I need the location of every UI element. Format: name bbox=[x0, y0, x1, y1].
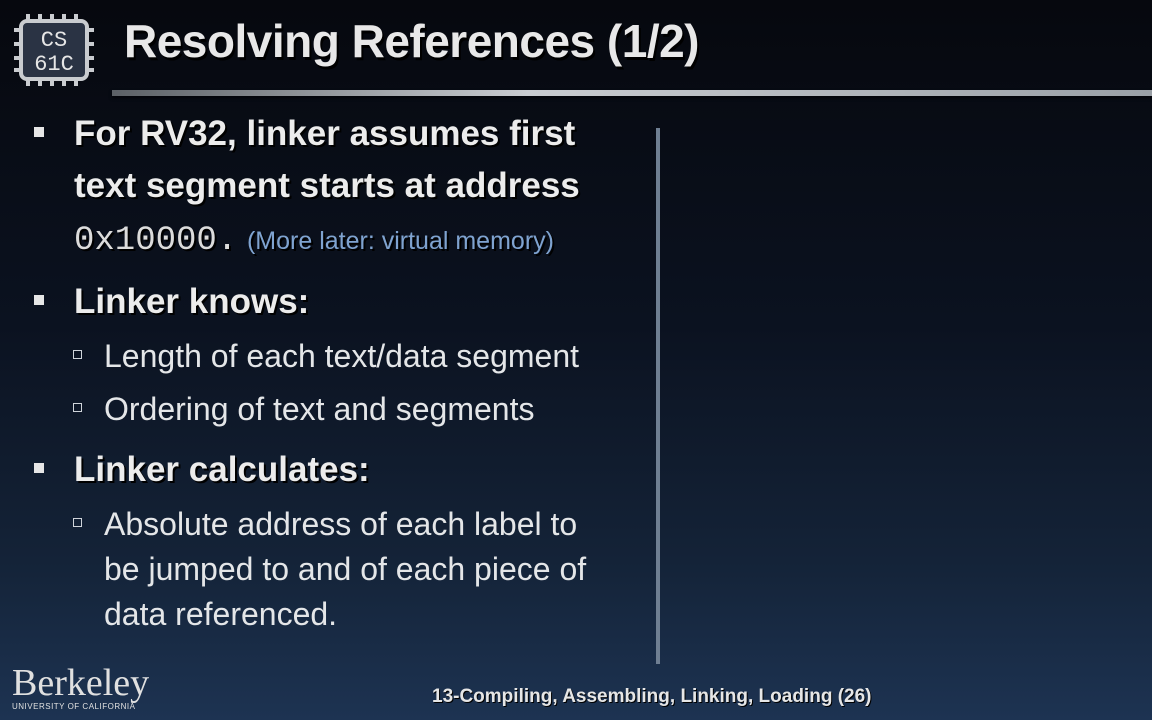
berkeley-wordmark: Berkeley bbox=[12, 662, 150, 704]
subbullet-marker bbox=[73, 403, 82, 412]
subbullet-marker bbox=[73, 518, 82, 527]
virtual-memory-note: (More later: virtual memory) bbox=[246, 227, 554, 255]
bullet-rv32-line1: For RV32, linker assumes first bbox=[74, 114, 576, 153]
bullet-rv32-line2: text segment starts at address bbox=[74, 166, 580, 205]
berkeley-logo: Berkeley UNIVERSITY OF CALIFORNIA bbox=[12, 664, 149, 711]
subbullet-absolute-line2: be jumped to and of each piece of bbox=[104, 551, 587, 587]
bullet-marker bbox=[34, 295, 44, 305]
lecture-footer: 13-Compiling, Assembling, Linking, Loadi… bbox=[432, 686, 872, 707]
cs61c-logo: CS 61C bbox=[12, 12, 98, 88]
column-divider bbox=[656, 128, 660, 664]
subbullet-absolute-line3: data referenced. bbox=[104, 596, 338, 632]
bullet-marker bbox=[34, 127, 44, 137]
slide-title: Resolving References (1/2) bbox=[124, 15, 700, 67]
address-code: 0x10000. bbox=[74, 222, 238, 260]
logo-line1: CS bbox=[41, 28, 67, 53]
bullet-linker-calculates: Linker calculates: bbox=[74, 450, 370, 489]
subbullet-length: Length of each text/data segment bbox=[104, 338, 579, 374]
subbullet-ordering: Ordering of text and segments bbox=[104, 391, 535, 427]
bullet-linker-knows: Linker knows: bbox=[74, 282, 310, 321]
logo-line2: 61C bbox=[34, 52, 74, 77]
subbullet-absolute-line1: Absolute address of each label to bbox=[104, 506, 578, 542]
bullet-rv32-line3: 0x10000. (More later: virtual memory) bbox=[74, 212, 554, 267]
bullet-marker bbox=[34, 463, 44, 473]
title-underline bbox=[112, 90, 1152, 96]
subbullet-marker bbox=[73, 350, 82, 359]
berkeley-subtitle: UNIVERSITY OF CALIFORNIA bbox=[12, 702, 136, 711]
